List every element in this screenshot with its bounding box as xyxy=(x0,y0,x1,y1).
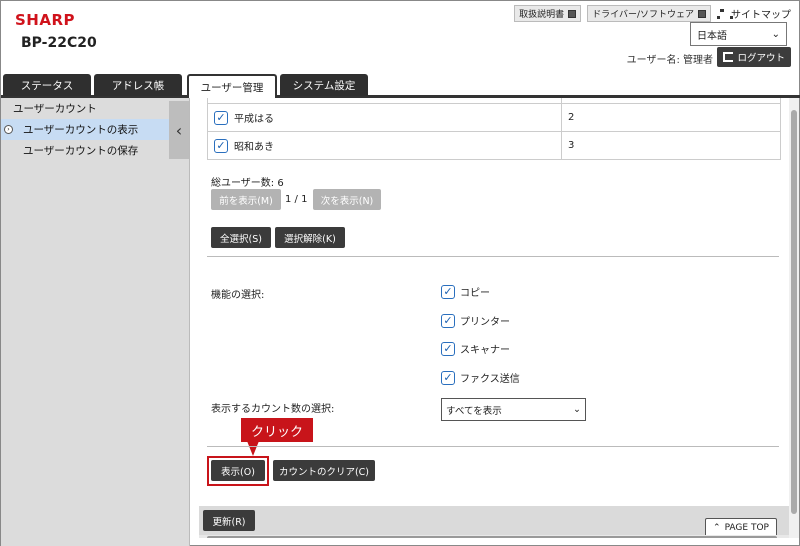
chevron-down-icon: ⌄ xyxy=(573,404,581,415)
page-indicator: 1 / 1 xyxy=(285,194,308,205)
sidebar-item-label: ユーザーカウントの表示 xyxy=(23,124,139,136)
table-row: ✓ 昭和あき 3 xyxy=(207,132,781,160)
copy-checkbox[interactable]: ✓ xyxy=(441,284,455,299)
logout-icon xyxy=(723,52,734,62)
logout-label: ログアウト xyxy=(737,53,785,64)
user-name-cell: ✓ 昭和あき xyxy=(208,132,562,159)
click-callout: クリック xyxy=(241,418,313,442)
tab-user-management[interactable]: ユーザー管理 xyxy=(187,74,277,98)
scrollbar-thumb[interactable] xyxy=(207,536,777,538)
sidebar-collapse-button[interactable]: ‹ xyxy=(169,101,189,159)
user-name-cell: ✓ 平成はる xyxy=(208,104,562,131)
chevron-right-icon: › xyxy=(4,125,13,134)
user-name: 平成はる xyxy=(234,114,274,125)
page-top-label: PAGE TOP xyxy=(724,523,769,533)
chevron-up-icon: ⌃ xyxy=(713,523,721,533)
function-select-label: 機能の選択: xyxy=(211,290,265,301)
device-model: BP-22C20 xyxy=(21,35,97,51)
driver-software-link[interactable]: ドライバー/ソフトウェア xyxy=(587,5,711,22)
user-checkbox[interactable]: ✓ xyxy=(214,138,228,153)
language-select[interactable]: 日本語 ⌄ xyxy=(690,22,787,46)
function-printer[interactable]: ✓ プリンター xyxy=(441,313,510,328)
manual-link-label: 取扱説明書 xyxy=(519,10,565,20)
scanner-checkbox[interactable]: ✓ xyxy=(441,341,455,356)
sitemap-label: サイトマップ xyxy=(731,10,791,21)
driver-link-label: ドライバー/ソフトウェア xyxy=(592,10,694,20)
table-cell xyxy=(208,98,562,103)
table-row: ✓ 平成はる 2 xyxy=(207,104,781,132)
divider xyxy=(207,446,779,447)
horizontal-scrollbar[interactable] xyxy=(199,535,789,538)
function-label: コピー xyxy=(460,288,490,299)
function-label: スキャナー xyxy=(460,345,510,356)
next-page-button[interactable]: 次を表示(N) xyxy=(313,189,381,210)
sidebar-item-user-count[interactable]: ユーザーカウント xyxy=(1,98,189,119)
header-links: 取扱説明書 ドライバー/ソフトウェア サイトマップ xyxy=(514,5,791,22)
function-label: ファクス送信 xyxy=(460,374,520,385)
select-all-button[interactable]: 全選択(S) xyxy=(211,227,271,248)
main-tab-bar: ステータス アドレス帳 ユーザー管理 システム設定 xyxy=(1,74,800,98)
count-display-select[interactable]: すべてを表示 ⌄ xyxy=(441,398,586,421)
count-select-label: 表示するカウント数の選択: xyxy=(211,404,335,415)
sitemap-icon xyxy=(717,8,733,19)
scrollbar-thumb[interactable] xyxy=(791,110,797,514)
fax-checkbox[interactable]: ✓ xyxy=(441,370,455,385)
printer-checkbox[interactable]: ✓ xyxy=(441,313,455,328)
function-copy[interactable]: ✓ コピー xyxy=(441,284,490,299)
table-cell xyxy=(562,98,780,103)
logout-button[interactable]: ログアウト xyxy=(717,47,791,67)
sidebar-item-user-count-display[interactable]: › ユーザーカウントの表示 xyxy=(1,119,169,140)
sharp-logo: SHARP xyxy=(15,11,76,29)
external-link-icon xyxy=(568,9,577,18)
external-link-icon xyxy=(698,9,706,18)
user-value-cell: 2 xyxy=(568,112,575,123)
callout-pointer xyxy=(247,441,259,456)
sidebar-item-user-count-save[interactable]: ユーザーカウントの保存 xyxy=(1,140,189,161)
function-fax-send[interactable]: ✓ ファクス送信 xyxy=(441,370,520,385)
user-name-label: ユーザー名: 管理者 xyxy=(626,55,713,66)
user-value-cell: 3 xyxy=(568,140,575,151)
browser-frame: SHARP BP-22C20 取扱説明書 ドライバー/ソフトウェア サイトマップ… xyxy=(0,0,800,546)
divider xyxy=(207,256,779,257)
function-scanner[interactable]: ✓ スキャナー xyxy=(441,341,510,356)
chevron-down-icon: ⌄ xyxy=(771,28,780,40)
tab-address-book[interactable]: アドレス帳 xyxy=(94,74,182,96)
vertical-scrollbar[interactable] xyxy=(789,98,799,538)
tab-system-settings[interactable]: システム設定 xyxy=(280,74,368,96)
bottom-action-bar xyxy=(199,506,789,538)
language-value: 日本語 xyxy=(697,30,727,42)
sidebar: ユーザーカウント › ユーザーカウントの表示 ユーザーカウントの保存 xyxy=(1,98,190,546)
tab-status[interactable]: ステータス xyxy=(3,74,91,96)
refresh-button[interactable]: 更新(R) xyxy=(203,510,255,531)
main-content: ✓ 平成はる 2 ✓ 昭和あき 3 総ユーザー数: 6 前を表示(M) 1 / … xyxy=(199,98,789,538)
manual-link[interactable]: 取扱説明書 xyxy=(514,5,582,22)
count-select-value: すべてを表示 xyxy=(446,405,502,417)
prev-page-button[interactable]: 前を表示(M) xyxy=(211,189,281,210)
clear-count-button[interactable]: カウントのクリア(C) xyxy=(273,460,375,481)
deselect-all-button[interactable]: 選択解除(K) xyxy=(275,227,345,248)
function-label: プリンター xyxy=(460,317,510,328)
chevron-left-icon: ‹ xyxy=(175,120,183,140)
sitemap-link[interactable]: サイトマップ xyxy=(717,6,791,21)
user-checkbox[interactable]: ✓ xyxy=(214,110,228,125)
total-users: 総ユーザー数: 6 xyxy=(211,178,284,189)
user-table: ✓ 平成はる 2 ✓ 昭和あき 3 xyxy=(207,98,781,160)
show-button[interactable]: 表示(O) xyxy=(211,460,265,481)
user-name: 昭和あき xyxy=(234,142,274,153)
